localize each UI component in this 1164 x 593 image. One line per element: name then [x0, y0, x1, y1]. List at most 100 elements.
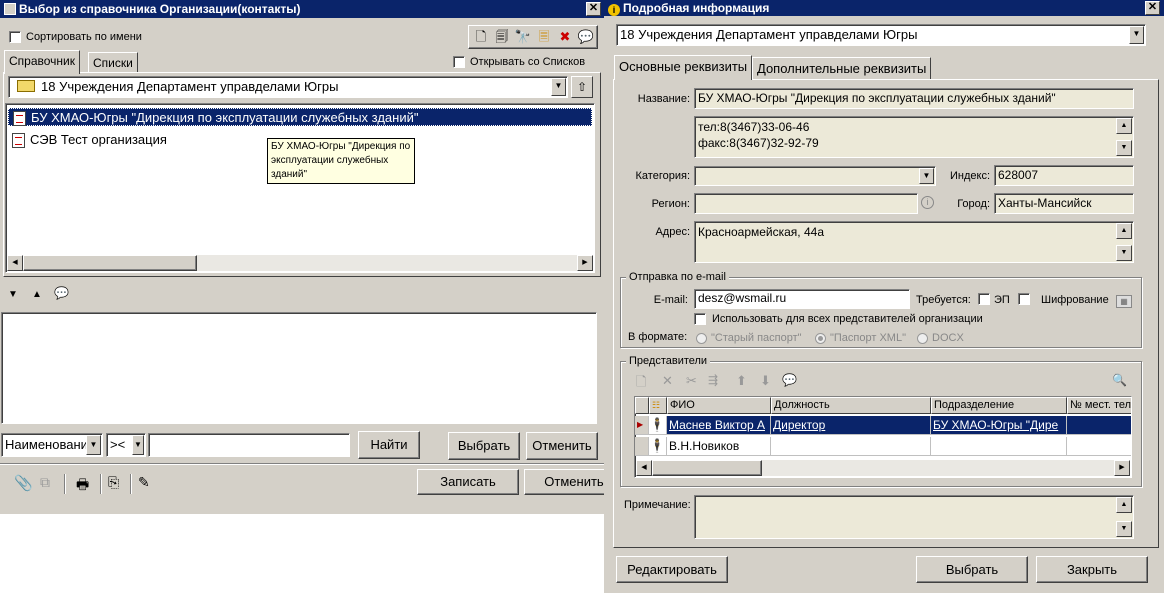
zoom-add-icon[interactable]: 🔍	[1112, 373, 1127, 387]
folder-up-icon[interactable]: ⇧	[571, 76, 593, 98]
cell-fio[interactable]: В.Н.Новиков	[667, 437, 771, 456]
open-with-lists-checkbox[interactable]	[453, 56, 465, 68]
save-button[interactable]: Записать	[417, 469, 519, 495]
delete-icon[interactable]: ✖	[555, 27, 575, 47]
grid-tree-icon[interactable]: ☷	[649, 397, 667, 414]
name-field[interactable]: БУ ХМАО-Югры "Дирекция по эксплуатации с…	[694, 88, 1134, 109]
scroll-down-icon[interactable]: ▼	[1116, 245, 1132, 261]
use-for-all-checkbox[interactable]	[694, 313, 706, 325]
tab-lists[interactable]: Списки	[88, 52, 138, 73]
cut-rep-icon[interactable]: ✂	[686, 373, 697, 389]
cell-position[interactable]: Директор	[771, 416, 931, 435]
cell-fio[interactable]: Маснев Виктор А	[667, 416, 771, 435]
move-up-icon[interactable]: ⬆	[736, 373, 747, 389]
edit-button[interactable]: Редактировать	[616, 556, 728, 583]
format-docx-radio[interactable]	[917, 333, 928, 344]
search-operator-dropdown-icon[interactable]: ▼	[132, 435, 144, 455]
search-input[interactable]	[148, 433, 350, 457]
select-button[interactable]: Выбрать	[448, 432, 520, 460]
region-field[interactable]	[694, 193, 918, 214]
cell-phone[interactable]	[1067, 416, 1131, 435]
left-close-icon[interactable]: ✕	[586, 2, 601, 16]
right-close-button[interactable]: Закрыть	[1036, 556, 1148, 583]
cancel-button[interactable]: Отменить	[526, 432, 598, 460]
sign-icon[interactable]: ✎	[138, 474, 150, 491]
city-field[interactable]: Ханты-Мансийск	[994, 193, 1134, 214]
scroll-left-icon[interactable]: ◀	[636, 460, 652, 476]
scroll-right-icon[interactable]: ▶	[577, 255, 593, 271]
cell-phone[interactable]	[1067, 437, 1131, 456]
right-title-bar: i Подробная информация	[604, 0, 1164, 16]
scroll-down-icon[interactable]: ▼	[1116, 140, 1132, 156]
grid-header-phone[interactable]: № мест. тел	[1067, 397, 1131, 414]
scroll-up-icon[interactable]: ▲	[1116, 223, 1132, 239]
grid-header-dept[interactable]: Подразделение	[931, 397, 1067, 414]
list-item[interactable]: БУ ХМАО-Югры "Дирекция по эксплуатации с…	[8, 108, 592, 126]
scroll-up-icon[interactable]: ▲	[1116, 118, 1132, 134]
grid-header-position[interactable]: Должность	[771, 397, 931, 414]
org-select[interactable]: 18 Учреждения Департамент управделами Юг…	[616, 24, 1146, 46]
rep-comment-icon[interactable]: 💬	[782, 373, 797, 387]
folder-select[interactable]: 18 Учреждения Департамент управделами Юг…	[8, 76, 568, 98]
scroll-down-icon[interactable]: ▼	[1116, 521, 1132, 537]
export-icon[interactable]: ⎘	[108, 474, 119, 491]
table-row[interactable]: ▶ 🕴 Маснев Виктор А Директор БУ ХМАО-Югр…	[635, 416, 1131, 436]
search-field-dropdown-icon[interactable]: ▼	[86, 435, 101, 455]
scroll-right-icon[interactable]: ▶	[1114, 460, 1130, 476]
collapse-down-icon[interactable]: ▼	[8, 289, 18, 300]
sort-by-name-checkbox[interactable]	[9, 31, 21, 43]
tab-main-requisites[interactable]: Основные реквизиты	[614, 55, 753, 80]
grid-header-fio[interactable]: ФИО	[667, 397, 771, 414]
search-operator-select[interactable]: >< ▼	[106, 433, 146, 457]
print-icon[interactable]: 🖶	[76, 474, 89, 498]
right-select-button[interactable]: Выбрать	[916, 556, 1028, 583]
encrypt-checkbox[interactable]	[1018, 293, 1030, 305]
attach-icon[interactable]: 📎	[14, 474, 33, 492]
copy-icon[interactable]: ⧉	[40, 474, 50, 491]
region-info-icon[interactable]: i	[921, 196, 934, 209]
index-label: Индекс:	[949, 170, 990, 182]
search-field-select[interactable]: Наименовани ▼	[1, 433, 103, 457]
folder-dropdown-icon[interactable]: ▼	[551, 78, 566, 96]
address-field[interactable]: Красноармейская, 44а ▲ ▼	[694, 221, 1134, 263]
category-select[interactable]: ▼	[694, 166, 936, 186]
cell-position[interactable]	[771, 437, 931, 456]
keyboard-icon[interactable]: ▦	[1116, 295, 1132, 308]
reorder-rep-icon[interactable]: ⇶	[708, 373, 718, 387]
scroll-thumb[interactable]	[652, 460, 762, 476]
org-dropdown-icon[interactable]: ▼	[1129, 26, 1144, 44]
index-field[interactable]: 628007	[994, 165, 1134, 186]
tab-spravochnik[interactable]: Справочник	[4, 50, 80, 74]
list-hscrollbar[interactable]: ◀ ▶	[7, 255, 593, 271]
grid-hscrollbar[interactable]: ◀ ▶	[636, 460, 1130, 476]
scroll-left-icon[interactable]: ◀	[7, 255, 23, 271]
category-dropdown-icon[interactable]: ▼	[919, 168, 934, 184]
new-doc-icon[interactable]: 🗋	[471, 27, 491, 47]
new-copy-icon[interactable]: 🗐	[492, 27, 512, 47]
format-old-passport-radio[interactable]	[696, 333, 707, 344]
comment-icon[interactable]: 💬	[576, 27, 596, 47]
add-rep-icon[interactable]: 🗋	[636, 373, 646, 395]
row-indicator-icon: ▶	[635, 416, 649, 435]
right-close-icon[interactable]: ✕	[1145, 1, 1160, 15]
phones-field[interactable]: тел:8(3467)33-06-46 факс:8(3467)32-92-79…	[694, 116, 1134, 158]
ep-checkbox[interactable]	[978, 293, 990, 305]
note-field[interactable]: ▲ ▼	[694, 495, 1134, 539]
scroll-thumb[interactable]	[23, 255, 197, 271]
cell-dept[interactable]: БУ ХМАО-Югры "Дире	[931, 416, 1067, 435]
note-textarea[interactable]	[1, 312, 597, 424]
table-row[interactable]: 🕴 В.Н.Новиков	[635, 437, 1131, 457]
cell-dept[interactable]	[931, 437, 1067, 456]
properties-icon[interactable]: 🗏	[534, 27, 554, 47]
find-button[interactable]: Найти	[358, 431, 420, 459]
expand-up-icon[interactable]: ▲	[32, 289, 42, 300]
category-label: Категория:	[635, 170, 690, 182]
delete-rep-icon[interactable]: ✕	[662, 373, 673, 389]
tab-additional-requisites[interactable]: Дополнительные реквизиты	[752, 57, 932, 79]
email-field[interactable]: desz@wsmail.ru	[694, 289, 910, 309]
format-xml-passport-radio[interactable]	[815, 333, 826, 344]
scroll-up-icon[interactable]: ▲	[1116, 497, 1132, 513]
binoculars-icon[interactable]: 🔭	[513, 27, 533, 47]
note-comment-icon[interactable]: 💬	[54, 286, 69, 300]
move-down-icon[interactable]: ⬇	[760, 373, 771, 389]
